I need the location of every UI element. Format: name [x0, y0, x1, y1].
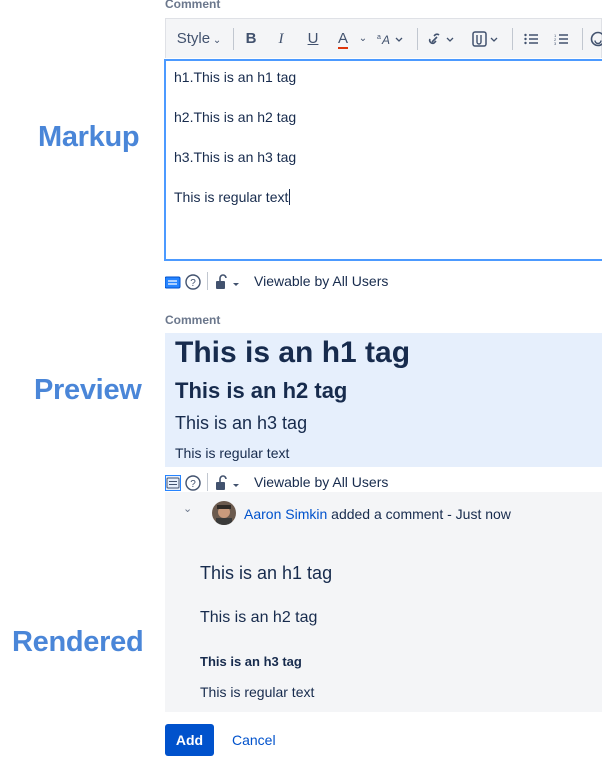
cancel-button[interactable]: Cancel: [224, 724, 284, 756]
editor-line-last: This is regular text: [174, 189, 291, 205]
avatar[interactable]: [212, 501, 236, 525]
preview-footer: ? Viewable by All Users: [165, 471, 602, 493]
rendered-comment: ⌄ Aaron Simkin added a comment - Just no…: [165, 492, 602, 712]
numbered-list-icon: 123: [554, 33, 568, 45]
text-color-button[interactable]: A: [333, 19, 353, 59]
rendered-text: This is regular text: [200, 684, 315, 700]
text-caret: [289, 189, 291, 205]
footer-divider: [207, 473, 208, 491]
toolbar-divider: [233, 28, 234, 50]
svg-text:a: a: [377, 34, 381, 41]
add-button[interactable]: Add: [165, 724, 214, 756]
svg-text:A: A: [381, 33, 390, 47]
footer-divider: [207, 272, 208, 290]
svg-text:?: ?: [190, 278, 196, 289]
comment-editor[interactable]: h1.This is an h1 tag h2.This is an h2 ta…: [164, 59, 602, 261]
visibility-dropdown[interactable]: [215, 471, 243, 493]
help-icon: ?: [185, 274, 201, 290]
visibility-label: Viewable by All Users: [254, 273, 389, 289]
preview-field-label: Comment: [165, 313, 221, 327]
underline-button[interactable]: U: [303, 19, 323, 59]
emoji-button[interactable]: [590, 19, 602, 59]
numbered-list-button[interactable]: 123: [551, 19, 571, 59]
text-color-icon: A: [337, 30, 348, 49]
bullet-list-button[interactable]: [521, 19, 541, 59]
rendered-label: Rendered: [12, 626, 144, 658]
editor-mode-toggle[interactable]: [165, 471, 181, 493]
rendered-h2: This is an h2 tag: [200, 609, 318, 626]
style-dropdown[interactable]: Style ⌄: [174, 19, 224, 59]
text-color-chevron-icon[interactable]: ⌄: [356, 19, 370, 59]
author-link[interactable]: Aaron Simkin: [244, 506, 327, 522]
link-icon: [428, 33, 454, 45]
toolbar-divider: [417, 28, 418, 50]
editor-line: This is regular text: [174, 189, 289, 205]
text-mode-icon: [165, 475, 181, 492]
editor-toolbar: Style ⌄ B I U A ⌄ aA 123: [165, 18, 602, 58]
more-formatting-button[interactable]: aA: [373, 19, 407, 59]
editor-footer: ? Viewable by All Users: [165, 270, 602, 292]
markup-label: Markup: [38, 121, 140, 153]
collapse-chevron-icon[interactable]: ⌄: [183, 502, 192, 515]
preview-h2: This is an h2 tag: [175, 378, 348, 403]
editor-line: h1.This is an h1 tag: [174, 69, 297, 85]
bold-button[interactable]: B: [241, 19, 261, 59]
chevron-down-icon: ⌄: [210, 35, 222, 46]
preview-h1: This is an h1 tag: [175, 336, 411, 369]
emoji-icon: [590, 31, 602, 47]
preview-text: This is regular text: [175, 445, 290, 461]
preview-label: Preview: [34, 374, 142, 406]
svg-text:?: ?: [190, 479, 196, 490]
toolbar-divider: [512, 28, 513, 50]
rendered-h3: This is an h3 tag: [200, 654, 302, 669]
help-icon: ?: [185, 475, 201, 491]
bullet-list-icon: [524, 33, 538, 45]
help-button[interactable]: ?: [185, 270, 201, 292]
visibility-dropdown[interactable]: [215, 270, 243, 292]
svg-text:3: 3: [554, 41, 557, 45]
toolbar-divider: [582, 28, 583, 50]
comment-preview: This is an h1 tag This is an h2 tag This…: [165, 333, 602, 467]
link-button[interactable]: [424, 19, 458, 59]
editor-line: h2.This is an h2 tag: [174, 109, 297, 125]
user-avatar-icon: [212, 501, 236, 525]
editor-line: h3.This is an h3 tag: [174, 149, 297, 165]
italic-button[interactable]: I: [271, 19, 291, 59]
attachment-button[interactable]: [468, 19, 502, 59]
paperclip-icon: [472, 31, 498, 47]
editor-mode-toggle[interactable]: [165, 270, 181, 292]
comment-action: added a comment - Just now: [331, 506, 511, 522]
unlock-icon: [216, 274, 239, 290]
comment-field-label: Comment: [165, 0, 221, 11]
visibility-label: Viewable by All Users: [254, 474, 389, 490]
help-button[interactable]: ?: [185, 471, 201, 493]
comment-header: Aaron Simkin added a comment - Just now: [244, 506, 511, 522]
style-dropdown-label: Style: [176, 30, 211, 47]
preview-h3: This is an h3 tag: [175, 413, 308, 433]
rendered-h1: This is an h1 tag: [200, 563, 333, 583]
text-mode-icon: [165, 276, 181, 289]
text-formatting-icon: aA: [377, 33, 403, 47]
unlock-icon: [216, 475, 239, 491]
